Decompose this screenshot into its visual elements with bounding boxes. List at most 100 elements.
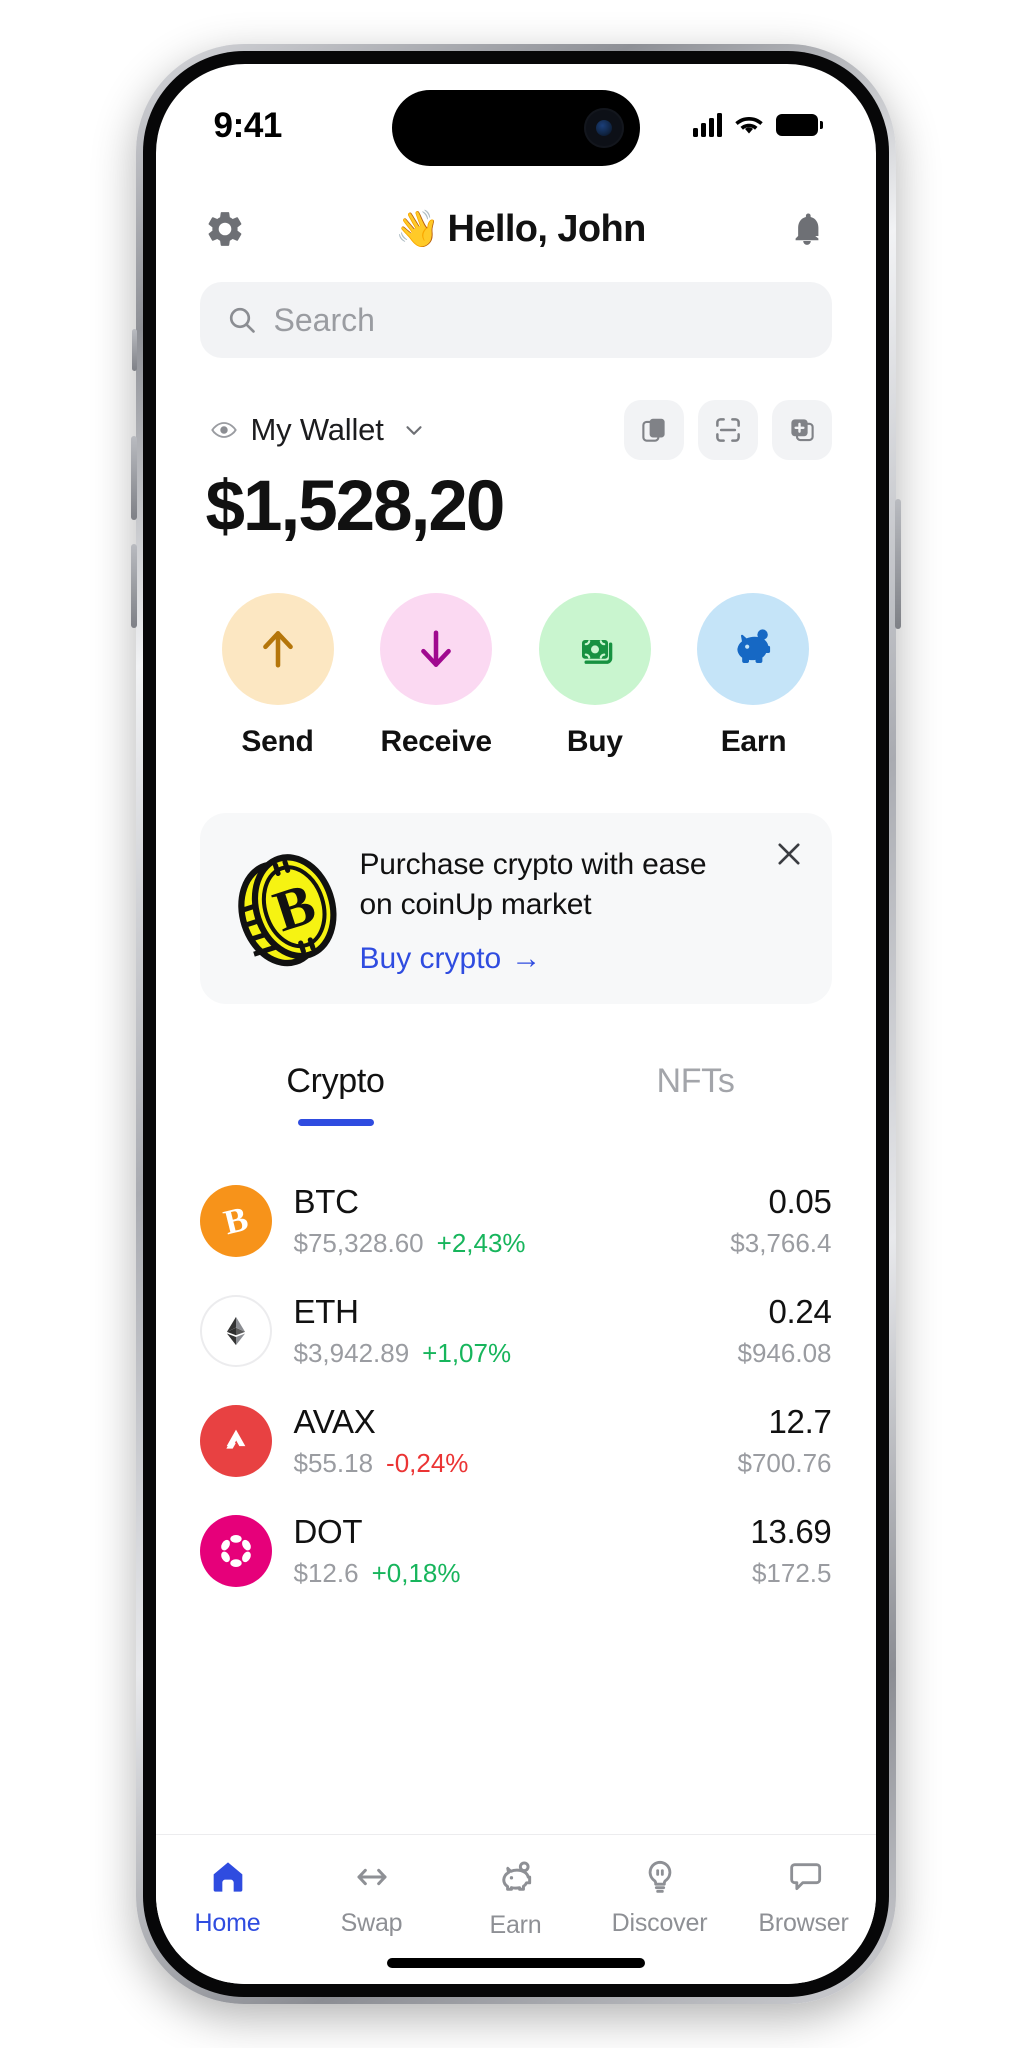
swap-icon (356, 1868, 386, 1886)
banknotes-icon (581, 640, 613, 664)
piggy-bank-icon (737, 629, 771, 663)
volume-up-button[interactable] (130, 436, 137, 520)
app-header: 👋 Hello, John (156, 182, 876, 260)
bulb-icon (648, 1860, 671, 1893)
token-change: +0,18% (371, 1558, 461, 1589)
token-symbol: ETH (293, 1293, 359, 1331)
phone-frame: 9:41 👋 Hello, John Search My Wallet $1,5… (130, 44, 901, 2004)
token-value: $946.08 (737, 1338, 832, 1369)
bell-icon (795, 213, 818, 245)
silent-switch[interactable] (131, 329, 137, 371)
token-change: -0,24% (386, 1448, 469, 1479)
arrow-right-icon: → (511, 942, 542, 976)
buy-crypto-link[interactable]: Buy crypto → (360, 942, 806, 976)
receive-button[interactable]: Receive (376, 593, 496, 759)
asset-tabs: Crypto NFTs (156, 1004, 876, 1127)
notifications-button[interactable] (782, 204, 832, 254)
token-subinfo: $55.18 -0,24% (294, 1448, 469, 1479)
power-button[interactable] (894, 499, 901, 629)
token-holdings: 12.7 $700.76 (738, 1403, 832, 1479)
svg-text:B: B (219, 1199, 251, 1242)
buy-button[interactable]: Buy (535, 593, 655, 759)
token-subinfo: $75,328.60 +2,43% (294, 1228, 526, 1259)
close-icon (777, 843, 800, 865)
cellular-signal-icon (692, 113, 722, 137)
greeting-text: Hello, John (447, 207, 647, 250)
phone-body: 9:41 👋 Hello, John Search My Wallet $1,5… (142, 51, 889, 1997)
search-section: Search (156, 260, 876, 358)
tab-crypto[interactable]: Crypto (156, 1062, 516, 1127)
table-row[interactable]: B BTC $75,328.60 +2,43% 0.05 $3,766.4 (199, 1166, 832, 1276)
send-button[interactable]: Send (218, 593, 338, 759)
token-list: B BTC $75,328.60 +2,43% 0.05 $3,766.4 ET… (156, 1126, 876, 1606)
polkadot-icon (199, 1515, 272, 1588)
arrow-up-icon (262, 631, 293, 668)
token-value: $3,766.4 (730, 1228, 832, 1259)
nav-item-earn[interactable]: Earn (444, 1857, 588, 1940)
earn-button[interactable]: Earn (693, 593, 813, 759)
earn-icon-circle (697, 593, 810, 705)
receive-icon-circle (380, 593, 493, 705)
bitcoin-icon: B (199, 1185, 272, 1258)
search-input[interactable]: Search (199, 282, 832, 358)
browser-icon (789, 1863, 821, 1891)
dynamic-island (391, 90, 640, 166)
arrow-down-icon (421, 630, 451, 667)
table-row[interactable]: ETH $3,942.89 +1,07% 0.24 $946.08 (199, 1276, 832, 1386)
wallet-name: My Wallet (250, 412, 384, 447)
table-row[interactable]: AVAX $55.18 -0,24% 12.7 $700.76 (199, 1386, 832, 1496)
chevron-down-icon (406, 426, 422, 435)
nav-item-discover[interactable]: Discover (588, 1857, 732, 1938)
tab-nfts[interactable]: NFTs (516, 1062, 876, 1126)
settings-button[interactable] (200, 204, 250, 254)
close-promo-button[interactable] (772, 837, 806, 871)
token-amount: 0.24 (768, 1293, 832, 1331)
buy-crypto-label: Buy crypto (359, 942, 502, 976)
send-label: Send (241, 725, 314, 758)
add-wallet-button[interactable] (771, 400, 832, 460)
scan-icon (715, 418, 740, 442)
nav-item-swap[interactable]: Swap (300, 1857, 444, 1938)
wallet-selector-button[interactable]: My Wallet (200, 412, 427, 448)
search-placeholder: Search (273, 301, 375, 338)
nav-item-browser[interactable]: Browser (732, 1857, 876, 1938)
token-holdings: 0.05 $3,766.4 (730, 1183, 832, 1259)
front-camera-icon (583, 108, 624, 148)
token-value: $172.5 (751, 1558, 832, 1589)
nav-label-browser: Browser (758, 1909, 849, 1937)
copy-address-button[interactable] (623, 400, 684, 460)
tab-active-indicator (297, 1119, 374, 1127)
token-amount: 0.05 (768, 1183, 832, 1221)
avalanche-icon (199, 1405, 272, 1478)
scan-qr-button[interactable] (697, 400, 758, 460)
token-symbol: BTC (293, 1183, 359, 1221)
token-holdings: 0.24 $946.08 (738, 1293, 832, 1369)
earn-label: Earn (720, 725, 787, 758)
search-icon (229, 307, 255, 333)
token-value: $700.76 (737, 1448, 832, 1479)
buy-icon-circle (538, 593, 651, 705)
promo-banner[interactable]: B Purchase crypto with ease on coinUp ma… (199, 813, 832, 1005)
token-price: $55.18 (293, 1448, 374, 1479)
token-change: +2,43% (436, 1228, 526, 1259)
nav-label-home: Home (194, 1909, 261, 1937)
piggy-bank-icon (501, 1861, 531, 1891)
promo-title-line2: on coinUp market (359, 887, 592, 921)
token-holdings: 13.69 $172.5 (750, 1513, 831, 1589)
token-info: BTC $75,328.60 +2,43% (294, 1183, 526, 1259)
token-price: $12.6 (293, 1558, 359, 1589)
home-indicator[interactable] (386, 1958, 645, 1968)
quick-actions: Send Receive Buy Earn (156, 547, 876, 759)
promo-text: Purchase crypto with ease on coinUp mark… (360, 841, 806, 976)
receive-label: Receive (380, 725, 492, 758)
volume-down-button[interactable] (130, 544, 137, 628)
buy-label: Buy (566, 725, 623, 758)
token-change: +1,07% (422, 1338, 512, 1369)
tab-nfts-label: NFTs (656, 1062, 735, 1101)
nav-label-swap: Swap (340, 1909, 403, 1937)
table-row[interactable]: DOT $12.6 +0,18% 13.69 $172.5 (199, 1496, 832, 1606)
eye-icon (210, 422, 237, 438)
token-price: $75,328.60 (293, 1228, 424, 1259)
nav-item-home[interactable]: Home (156, 1857, 300, 1938)
token-symbol: AVAX (293, 1403, 376, 1441)
